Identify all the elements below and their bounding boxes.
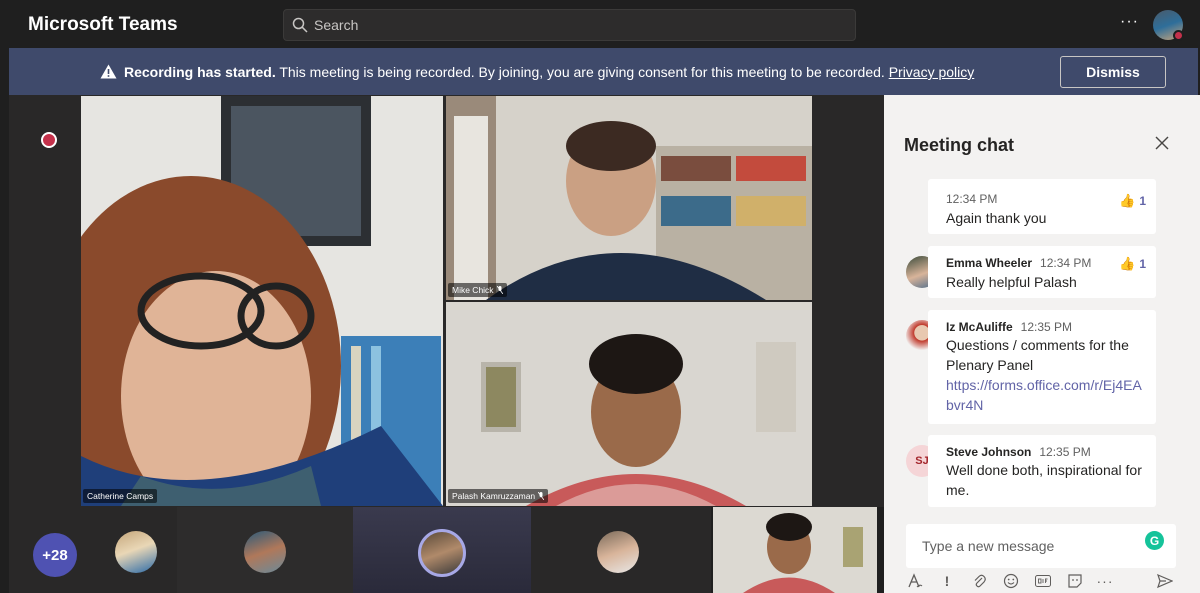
attach-icon[interactable] bbox=[970, 572, 988, 590]
participant-name-tag: Mike Chick bbox=[448, 283, 507, 297]
video-tile-mike[interactable]: Mike Chick bbox=[446, 96, 812, 300]
message-author: Steve Johnson bbox=[946, 445, 1032, 459]
message-body: Questions / comments for the Plenary Pan… bbox=[946, 335, 1146, 415]
message-body: Again thank you bbox=[946, 210, 1047, 226]
message-time: 12:35 PM bbox=[1039, 445, 1091, 459]
compose-toolbar: ! ··· bbox=[906, 572, 1176, 592]
like-reaction[interactable]: 👍 1 bbox=[1119, 256, 1146, 272]
send-icon[interactable] bbox=[1156, 572, 1174, 590]
more-options-button[interactable]: ··· bbox=[1120, 13, 1139, 31]
participant-video bbox=[446, 96, 812, 300]
important-icon[interactable]: ! bbox=[938, 572, 956, 590]
format-icon[interactable] bbox=[906, 572, 924, 590]
warning-icon bbox=[100, 64, 117, 79]
recording-banner: Recording has started. This meeting is b… bbox=[9, 48, 1198, 95]
participant-name: Palash Kamruzzaman bbox=[452, 491, 536, 501]
chat-message[interactable]: Iz McAuliffe 12:35 PM Questions / comment… bbox=[928, 310, 1156, 424]
recording-indicator-icon bbox=[41, 132, 57, 148]
emoji-icon[interactable] bbox=[1002, 572, 1020, 590]
message-time: 12:34 PM bbox=[946, 192, 998, 206]
thumbnail-self-video[interactable] bbox=[713, 507, 877, 593]
participant-name-tag: Catherine Camps bbox=[83, 489, 158, 503]
message-author: Emma Wheeler bbox=[946, 256, 1033, 270]
banner-body: This meeting is being recorded. By joini… bbox=[275, 64, 889, 80]
message-header: Steve Johnson 12:35 PM bbox=[946, 445, 1091, 459]
app-title: Microsoft Teams bbox=[28, 14, 178, 35]
privacy-policy-link[interactable]: Privacy policy bbox=[889, 64, 975, 80]
message-author: Iz McAuliffe bbox=[946, 320, 1013, 334]
chat-title: Meeting chat bbox=[904, 135, 1015, 155]
message-time: 12:34 PM bbox=[1040, 256, 1092, 270]
more-options-icon[interactable]: ··· bbox=[1096, 572, 1114, 590]
sticker-icon[interactable] bbox=[1066, 572, 1084, 590]
like-count: 1 bbox=[1139, 194, 1146, 208]
chat-message[interactable]: Steve Johnson 12:35 PM Well done both, in… bbox=[928, 435, 1156, 507]
banner-message: Recording has started. This meeting is b… bbox=[124, 64, 974, 80]
top-bar: Microsoft Teams Search ··· bbox=[0, 0, 1200, 48]
banner-title: Recording has started. bbox=[124, 64, 276, 80]
message-header: Emma Wheeler 12:34 PM bbox=[946, 256, 1091, 270]
search-icon bbox=[292, 17, 308, 33]
participant-video bbox=[446, 302, 812, 506]
message-body: Really helpful Palash bbox=[946, 274, 1077, 290]
message-header: Iz McAuliffe 12:35 PM bbox=[946, 320, 1072, 334]
message-link[interactable]: https://forms.office.com/r/Ej4EAbvr4N bbox=[946, 375, 1146, 415]
search-placeholder: Search bbox=[314, 17, 359, 33]
message-time: 12:35 PM bbox=[1020, 320, 1073, 334]
message-body: Well done both, inspirational for me. bbox=[946, 462, 1142, 498]
message-compose-input[interactable]: Type a new message G bbox=[906, 524, 1176, 568]
close-icon[interactable] bbox=[1154, 135, 1170, 151]
like-reaction[interactable]: 👍 1 bbox=[1119, 193, 1146, 209]
more-participants-button[interactable]: +28 bbox=[33, 533, 77, 577]
like-count: 1 bbox=[1139, 257, 1146, 271]
participant-avatar bbox=[597, 531, 639, 573]
self-video bbox=[713, 507, 877, 593]
gif-icon[interactable] bbox=[1034, 572, 1052, 590]
dismiss-button[interactable]: Dismiss bbox=[1060, 56, 1166, 88]
participant-name-tag: Palash Kamruzzaman bbox=[448, 489, 549, 503]
status-busy-icon bbox=[1173, 30, 1184, 41]
mic-muted-icon bbox=[496, 286, 503, 294]
message-text: Questions / comments for the Plenary Pan… bbox=[946, 337, 1129, 373]
participant-name: Catherine Camps bbox=[87, 491, 154, 501]
meeting-chat-panel: Meeting chat 12:34 PM Again thank you 👍 … bbox=[884, 95, 1200, 593]
chat-message[interactable]: 12:34 PM Again thank you 👍 1 bbox=[928, 179, 1156, 234]
compose-placeholder: Type a new message bbox=[922, 538, 1055, 554]
participant-video bbox=[81, 96, 443, 506]
chat-message[interactable]: Emma Wheeler 12:34 PM Really helpful Pala… bbox=[928, 246, 1156, 298]
video-tile-catherine[interactable]: Catherine Camps bbox=[81, 96, 443, 506]
participant-name: Mike Chick bbox=[452, 285, 494, 295]
search-input[interactable]: Search bbox=[283, 9, 856, 41]
participant-avatar bbox=[244, 531, 286, 573]
mic-muted-icon bbox=[538, 492, 545, 500]
participant-avatar bbox=[115, 531, 157, 573]
participant-avatar-speaking bbox=[418, 529, 466, 577]
thumbs-up-icon: 👍 bbox=[1119, 193, 1136, 208]
thumbs-up-icon: 👍 bbox=[1119, 256, 1136, 271]
grammarly-icon[interactable]: G bbox=[1145, 531, 1164, 550]
video-tile-palash[interactable]: Palash Kamruzzaman bbox=[446, 302, 812, 506]
